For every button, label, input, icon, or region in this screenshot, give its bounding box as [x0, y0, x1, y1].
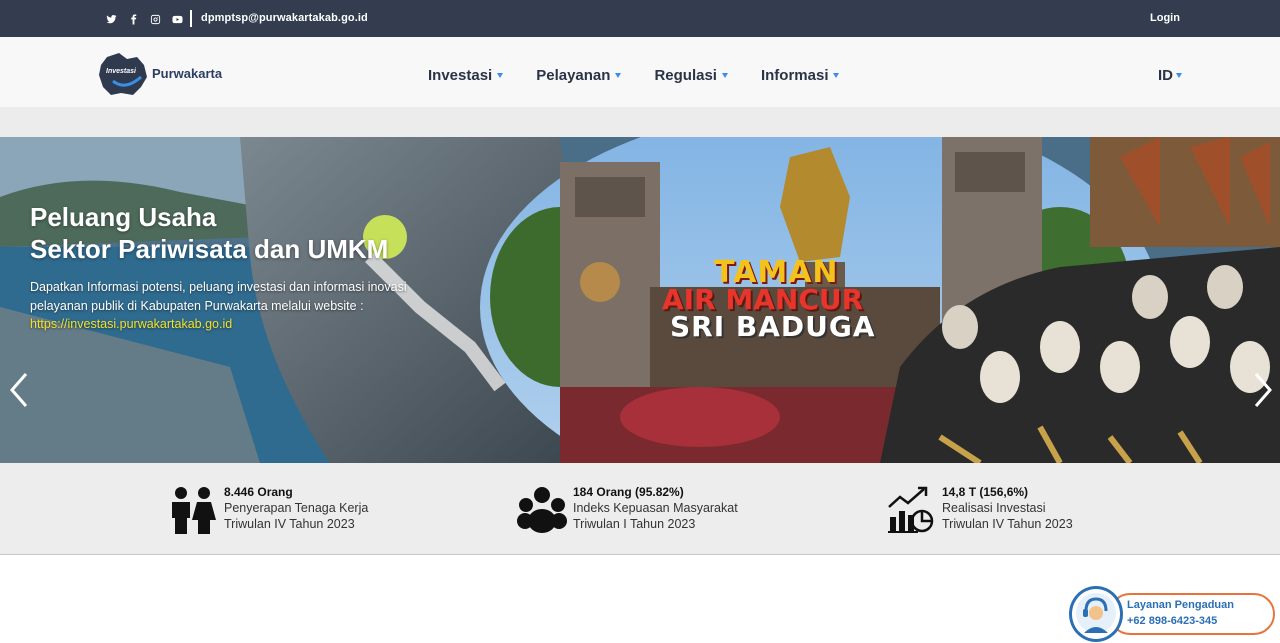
language-label: ID: [1158, 67, 1173, 84]
instagram-icon[interactable]: [144, 11, 166, 27]
complaint-title: Layanan Pengaduan: [1127, 599, 1234, 611]
stat-investasi: 14,8 T (156,6%) Realisasi Investasi Triw…: [886, 485, 1073, 535]
main-nav: Investasi Pelayanan Regulasi Informasi: [428, 67, 840, 84]
stat-value: 8.446 Orang: [224, 485, 293, 499]
header-spacer: [0, 107, 1280, 137]
hero-website-link[interactable]: https://investasi.purwakartakab.go.id: [30, 317, 232, 331]
stat-period: Triwulan I Tahun 2023: [573, 517, 696, 531]
stat-tenaga-kerja: 8.446 Orang Penyerapan Tenaga Kerja Triw…: [168, 485, 368, 535]
stat-label: Indeks Kepuasan Masyarakat: [573, 501, 738, 515]
nav-investasi[interactable]: Investasi: [428, 67, 504, 84]
complaint-widget[interactable]: Layanan Pengaduan +62 898-6423-345: [1069, 586, 1277, 642]
hero-description: Dapatkan Informasi potensi, peluang inve…: [30, 280, 407, 313]
top-bar: dpmptsp@purwakartakab.go.id Login: [0, 0, 1280, 37]
chevron-down-icon: [497, 73, 504, 78]
chevron-right-icon: [1254, 373, 1272, 407]
nav-investasi-label: Investasi: [428, 67, 493, 84]
nav-informasi[interactable]: Informasi: [761, 67, 840, 84]
language-selector[interactable]: ID: [1158, 67, 1182, 84]
nav-informasi-label: Informasi: [760, 67, 829, 84]
nav-pelayanan-label: Pelayanan: [536, 67, 611, 84]
customer-service-icon: [1069, 586, 1123, 642]
stat-label: Penyerapan Tenaga Kerja: [224, 501, 369, 515]
youtube-icon[interactable]: [166, 11, 188, 27]
chevron-down-icon: [615, 73, 622, 78]
facebook-icon[interactable]: [122, 11, 144, 27]
group-icon: [517, 487, 567, 533]
people-icon: [172, 487, 216, 534]
sign-text-sri-baduga: SRI BADUGA: [670, 310, 876, 343]
chevron-down-icon: [833, 73, 840, 78]
carousel-next-button[interactable]: [1250, 370, 1276, 410]
investment-chart-icon: [888, 486, 934, 533]
nav-regulasi[interactable]: Regulasi: [654, 67, 728, 84]
stat-period: Triwulan IV Tahun 2023: [942, 517, 1073, 531]
stats-section: 8.446 Orang Penyerapan Tenaga Kerja Triw…: [0, 463, 1280, 555]
nav-regulasi-label: Regulasi: [654, 67, 717, 84]
topbar-divider: [190, 10, 192, 27]
stat-value: 184 Orang (95.82%): [573, 485, 684, 499]
logo-badge-text: Investasi: [106, 68, 137, 75]
chevron-down-icon: [721, 73, 728, 78]
email-link[interactable]: dpmptsp@purwakartakab.go.id: [201, 12, 368, 24]
hero-title-line1: Peluang Usaha: [30, 202, 217, 232]
logo-text[interactable]: Purwakarta: [152, 66, 222, 81]
chevron-left-icon: [10, 373, 28, 407]
carousel-prev-button[interactable]: [6, 370, 32, 410]
nav-pelayanan[interactable]: Pelayanan: [536, 67, 622, 84]
stat-label: Realisasi Investasi: [942, 501, 1046, 515]
complaint-phone: +62 898-6423-345: [1127, 615, 1218, 627]
main-header: Investasi Purwakarta Investasi Pelayanan…: [0, 37, 1280, 107]
hero-title-line2: Sektor Pariwisata dan UMKM: [30, 234, 389, 264]
hero-title: Peluang Usaha Sektor Pariwisata dan UMKM: [30, 201, 388, 265]
stat-kepuasan: 184 Orang (95.82%) Indeks Kepuasan Masya…: [517, 485, 738, 535]
login-link[interactable]: Login: [1150, 12, 1180, 24]
hero-carousel: TAMAN AIR MANCUR SRI BADUGA Peluang Usah…: [0, 137, 1280, 463]
stat-period: Triwulan IV Tahun 2023: [224, 517, 355, 531]
twitter-icon[interactable]: [100, 11, 122, 27]
purwakarta-logo[interactable]: Investasi: [97, 51, 149, 97]
stat-value: 14,8 T (156,6%): [942, 485, 1029, 499]
chevron-down-icon: [1176, 73, 1182, 78]
social-links: [100, 11, 188, 27]
